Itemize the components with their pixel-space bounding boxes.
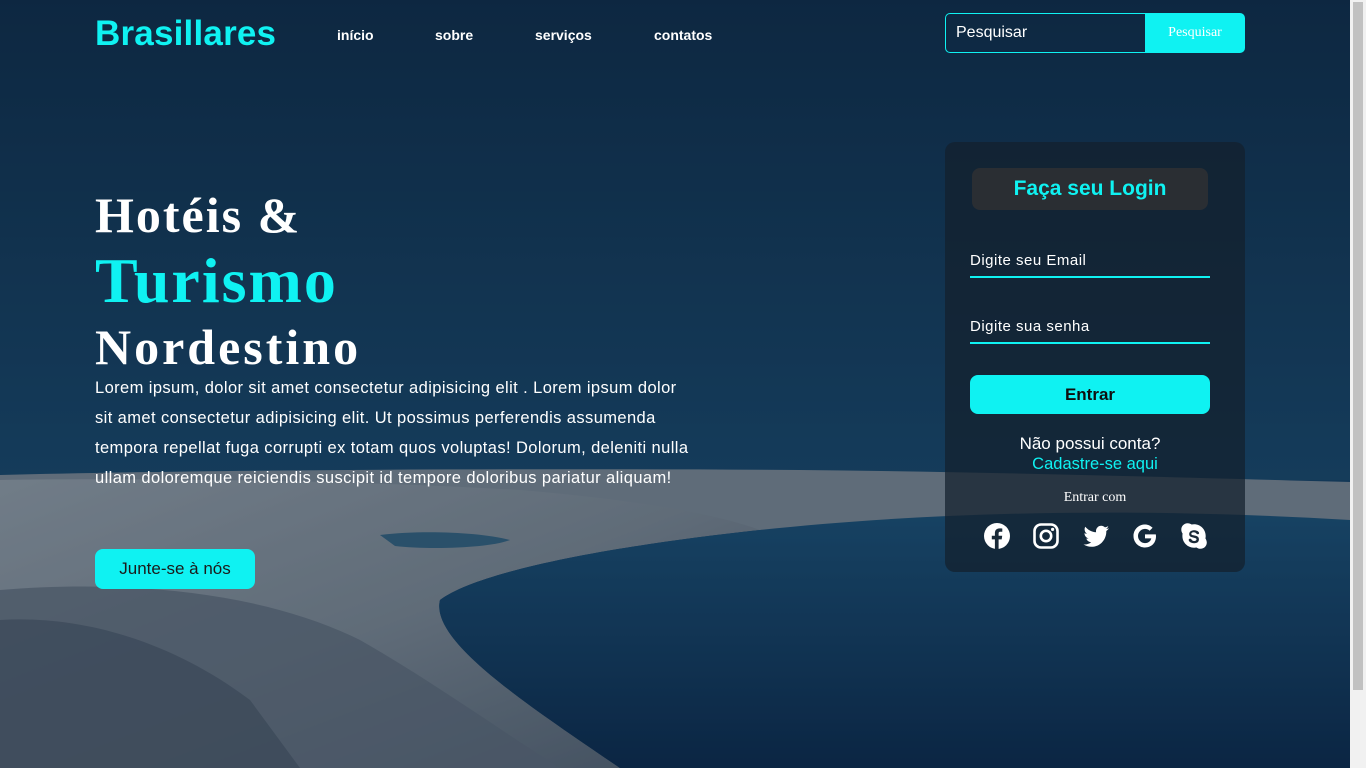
- enter-with-label: Entrar com: [1063, 490, 1127, 505]
- twitter-icon[interactable]: [1082, 522, 1110, 550]
- password-field[interactable]: [970, 310, 1210, 344]
- no-account-text: Não possui conta?: [1019, 434, 1161, 453]
- login-title: Faça seu Login: [972, 168, 1208, 210]
- nav-contatos[interactable]: contatos: [654, 27, 712, 43]
- instagram-icon[interactable]: [1032, 522, 1060, 550]
- hero-title-line3: Nordestino: [95, 319, 362, 375]
- login-submit-button[interactable]: Entrar: [970, 375, 1210, 414]
- vertical-scrollbar[interactable]: [1350, 0, 1366, 768]
- nav-inicio[interactable]: início: [337, 27, 374, 43]
- hero-title-line1: Hotéis &: [95, 187, 302, 243]
- email-field[interactable]: [970, 244, 1210, 278]
- signup-link[interactable]: Cadastre-se aqui: [945, 455, 1245, 474]
- hero-title-line2: Turismo: [95, 245, 338, 316]
- search-form: Pesquisar: [945, 13, 1245, 53]
- google-icon[interactable]: [1131, 522, 1159, 550]
- hero-description: Lorem ipsum, dolor sit amet consectetur …: [95, 379, 689, 487]
- nav-sobre[interactable]: sobre: [435, 27, 473, 43]
- social-login-icons: [983, 522, 1208, 554]
- search-button[interactable]: Pesquisar: [1145, 13, 1245, 53]
- skype-icon[interactable]: [1180, 522, 1208, 550]
- login-card: Faça seu Login Entrar Não possui conta? …: [945, 142, 1245, 572]
- site-logo[interactable]: Brasillares: [95, 14, 276, 54]
- facebook-icon[interactable]: [983, 522, 1011, 550]
- join-button[interactable]: Junte-se à nós: [95, 549, 255, 589]
- nav-servicos[interactable]: serviços: [535, 27, 592, 43]
- search-input[interactable]: [945, 13, 1145, 53]
- scrollbar-thumb[interactable]: [1353, 2, 1363, 690]
